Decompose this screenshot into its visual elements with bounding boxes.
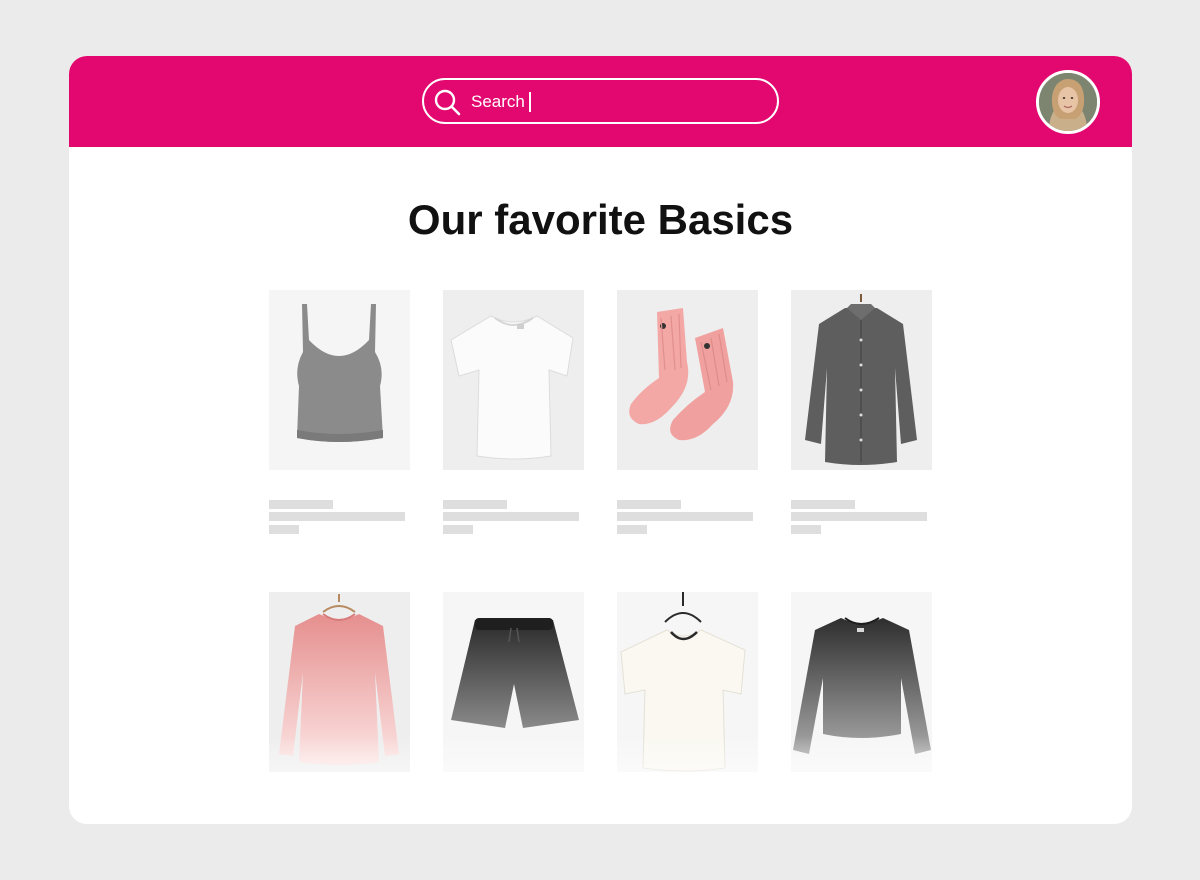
product-price-placeholder: [617, 525, 647, 534]
page-title: Our favorite Basics: [407, 196, 794, 243]
product-image[interactable]: [269, 290, 410, 470]
gray-button-shirt-icon: [791, 290, 932, 470]
product-price-placeholder: [791, 525, 821, 534]
bottom-fade-overlay: [69, 736, 1132, 824]
search-value: Search: [471, 92, 525, 111]
product-image[interactable]: [443, 290, 584, 470]
product-price-placeholder: [269, 525, 299, 534]
product-desc-placeholder: [269, 512, 405, 521]
gray-tank-top-icon: [269, 290, 410, 470]
product-name-placeholder: [617, 500, 681, 509]
white-t-shirt-icon: [443, 290, 584, 470]
product-desc-placeholder: [443, 512, 579, 521]
product-name-placeholder: [791, 500, 855, 509]
product-image[interactable]: [791, 290, 932, 470]
product-desc-placeholder: [791, 512, 927, 521]
pink-socks-icon: [617, 290, 758, 470]
search-field[interactable]: Search: [422, 78, 779, 124]
text-caret: [528, 92, 531, 112]
product-name-placeholder: [269, 500, 333, 509]
avatar-icon: [1039, 73, 1097, 131]
search-icon[interactable]: [432, 87, 462, 117]
product-image[interactable]: [617, 290, 758, 470]
product-name-placeholder: [443, 500, 507, 509]
top-bar: Search: [69, 56, 1132, 147]
product-price-placeholder: [443, 525, 473, 534]
app-window: Search Our favorite Basics: [69, 56, 1132, 824]
product-desc-placeholder: [617, 512, 753, 521]
search-input[interactable]: Search: [471, 92, 531, 112]
user-avatar[interactable]: [1036, 70, 1100, 134]
